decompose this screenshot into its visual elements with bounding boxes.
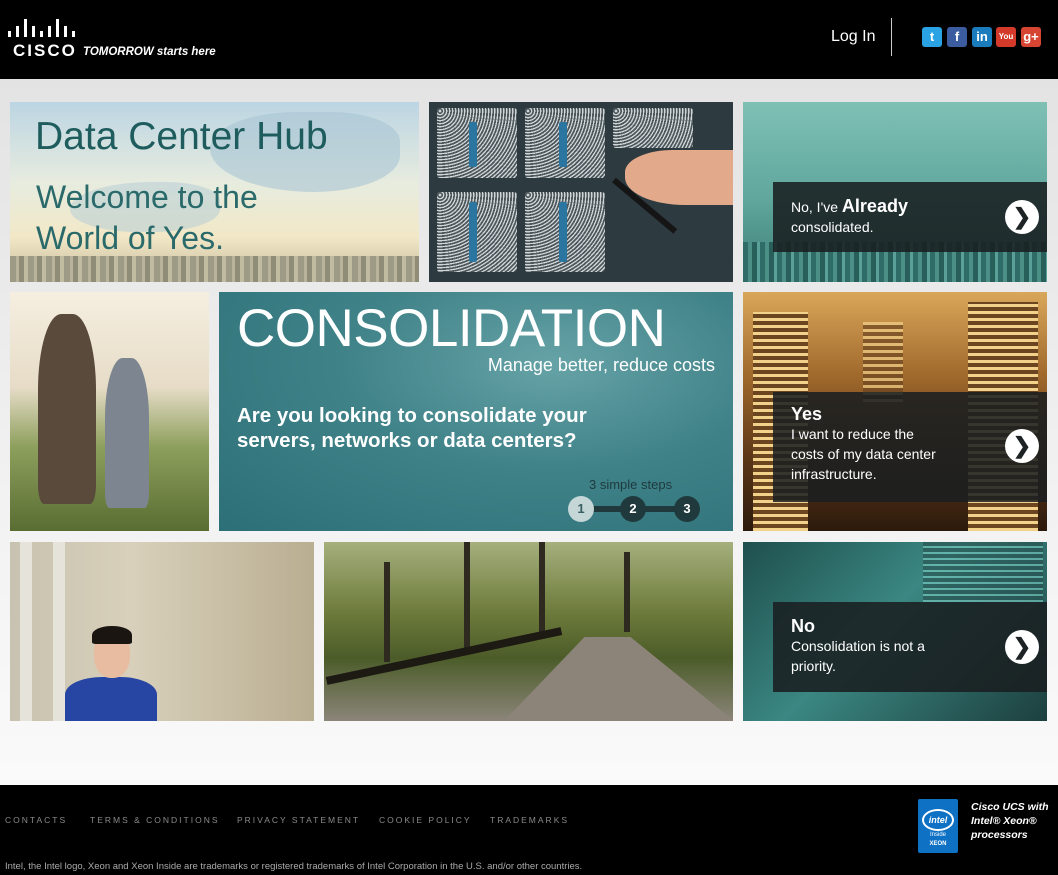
already-consolidated-tile[interactable]: No, I've Already consolidated. ❯ [743,102,1047,282]
server-handle [469,202,477,262]
youtube-icon[interactable]: You [996,27,1016,47]
yes-line: costs of my data center [791,446,936,462]
question-line: Are you looking to consolidate your [237,404,587,427]
intel-logo: intel [922,809,954,831]
consolidation-title: CONSOLIDATION [237,299,666,358]
footer-link-terms[interactable]: TERMS & CONDITIONS [90,815,220,825]
welcome-line: Welcome to the [36,179,258,215]
yes-line: infrastructure. [791,466,877,482]
pillar-shape [20,542,32,721]
father-figure [38,314,96,504]
skyline-image [10,256,419,282]
yes-title: Yes [791,404,823,424]
step-3-button[interactable]: 3 [674,496,700,522]
no-line: priority. [791,658,836,674]
tree-trunk [539,542,545,632]
cisco-logo[interactable]: CISCO TOMORROW starts here [8,19,216,61]
tree-trunk [384,562,390,662]
server-panel [437,108,517,178]
footer-link-privacy[interactable]: PRIVACY STATEMENT [237,815,360,825]
step-1-button[interactable]: 1 [568,496,594,522]
already-line2: consolidated. [791,219,874,235]
consolidation-panel: CONSOLIDATION Manage better, reduce cost… [219,292,733,531]
bench-row [325,627,563,685]
server-handle [559,202,567,262]
footer-link-trademarks[interactable]: TRADEMARKS [490,815,569,825]
twitter-icon[interactable]: t [922,27,942,47]
already-bold: Already [841,196,908,216]
header-divider [891,18,892,56]
no-title: No [791,616,815,636]
footer-link-cookie[interactable]: COOKIE POLICY [379,815,472,825]
hero-welcome: Welcome to the World of Yes. [36,177,258,259]
yes-text: Yes I want to reduce the costs of my dat… [791,404,936,484]
server-handle [469,122,477,167]
facebook-icon[interactable]: f [947,27,967,47]
child-figure [105,358,149,508]
site-header: CISCO TOMORROW starts here Log In t f in Yo… [0,0,1058,79]
building-image [923,542,1043,602]
yes-line: I want to reduce the [791,426,914,442]
tagline: TOMORROW starts here [83,46,216,58]
already-prefix: No, I've [791,199,842,215]
footer-link-contacts[interactable]: CONTACTS [5,815,67,825]
worker-hair [92,626,132,644]
chevron-right-icon[interactable]: ❯ [1005,200,1039,234]
consolidation-subtitle: Manage better, reduce costs [487,355,715,375]
yes-overlay[interactable]: Yes I want to reduce the costs of my dat… [773,392,1047,502]
login-link[interactable]: Log In [831,28,875,46]
brand-name: CISCO [13,41,77,60]
step-2-button[interactable]: 2 [620,496,646,522]
tree-trunk [464,542,470,652]
already-text: No, I've Already consolidated. [791,196,908,237]
consolidation-question: Are you looking to consolidate your serv… [237,403,587,453]
welcome-line: World of Yes. [36,220,224,256]
googleplus-icon[interactable]: g+ [1021,27,1041,47]
family-image [10,292,209,531]
chevron-right-icon[interactable]: ❯ [1005,429,1039,463]
intel-line: Cisco UCS with [971,801,1049,813]
park-image [324,542,733,721]
hand-image [625,150,733,205]
legal-notice: Intel, the Intel logo, Xeon and Xeon Ins… [5,861,583,872]
server-panel [437,192,517,272]
intel-line: Intel® Xeon® [971,815,1037,827]
cisco-bars-icon [8,19,82,37]
hero-title: Data Center Hub [35,115,328,158]
linkedin-icon[interactable]: in [972,27,992,47]
no-line: Consolidation is not a [791,638,925,654]
site-footer: CONTACTS TERMS & CONDITIONS PRIVACY STAT… [0,785,1058,875]
server-handle [559,122,567,167]
hero-tile: Data Center Hub Welcome to the World of … [10,102,419,282]
intel-inside-label: Inside [929,832,946,838]
no-overlay[interactable]: No Consolidation is not a priority. ❯ [773,602,1047,692]
intel-line: processors [971,829,1028,841]
chevron-right-icon[interactable]: ❯ [1005,630,1039,664]
intel-xeon-label: XEON [929,841,947,847]
worker-uniform [65,677,157,721]
pillar-shape [53,542,65,721]
worker-image [10,542,314,721]
no-tile[interactable]: No Consolidation is not a priority. ❯ [743,542,1047,721]
intel-text: Cisco UCS with Intel® Xeon® processors [971,800,1056,842]
already-overlay[interactable]: No, I've Already consolidated. ❯ [773,182,1047,252]
servers-image [429,102,733,282]
no-text: No Consolidation is not a priority. [791,616,925,676]
park-path [504,637,733,721]
main-content: Data Center Hub Welcome to the World of … [0,79,1058,785]
steps-label: 3 simple steps [589,477,673,492]
server-panel [613,108,693,148]
building-image [863,322,903,402]
tree-trunk [624,552,630,632]
question-line: servers, networks or data centers? [237,429,577,452]
intel-xeon-badge-icon: intel Inside XEON [918,799,958,853]
yes-tile[interactable]: Yes I want to reduce the costs of my dat… [743,292,1047,531]
